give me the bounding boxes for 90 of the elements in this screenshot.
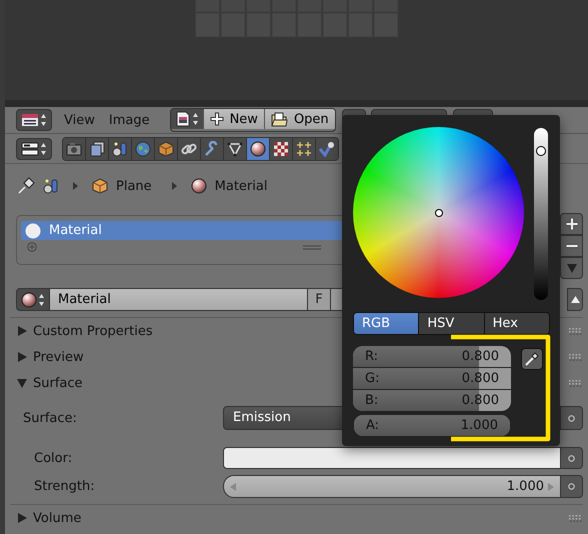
panel-title[interactable]: Custom Properties bbox=[33, 324, 153, 338]
collapsed-triangle-icon[interactable] bbox=[17, 326, 27, 336]
collapsed-triangle-icon[interactable] bbox=[17, 513, 27, 523]
scene-icon bbox=[43, 178, 59, 194]
layers-icon bbox=[89, 140, 105, 156]
properties-tab[interactable] bbox=[293, 138, 316, 160]
properties-tab[interactable] bbox=[316, 138, 338, 160]
expanded-triangle-icon[interactable] bbox=[17, 378, 27, 388]
context-button[interactable] bbox=[16, 138, 52, 160]
add-slot-button[interactable] bbox=[560, 213, 583, 235]
open-button[interactable]: Open bbox=[264, 109, 335, 129]
field-label: Surface: bbox=[23, 410, 78, 426]
up-triangle-icon bbox=[570, 296, 580, 303]
scene-icon bbox=[112, 140, 128, 156]
material-sphere-icon bbox=[21, 292, 37, 308]
menu-item[interactable]: View bbox=[64, 112, 95, 128]
camera-icon bbox=[66, 142, 82, 156]
material-name-field[interactable]: Material bbox=[50, 288, 308, 311]
channel-slider[interactable]: B: 0.800 bbox=[353, 390, 511, 412]
globe-icon bbox=[135, 140, 151, 156]
drag-grip-icon[interactable] bbox=[569, 514, 582, 522]
chevron-icon bbox=[172, 182, 177, 190]
material-browse-button[interactable] bbox=[16, 288, 50, 311]
properties-tab[interactable] bbox=[132, 138, 155, 160]
up-down-arrows-icon bbox=[40, 113, 47, 127]
sphere-icon bbox=[25, 222, 41, 238]
properties-tab[interactable] bbox=[247, 138, 270, 160]
panel-title[interactable]: Preview bbox=[33, 350, 84, 364]
up-down-arrows-icon bbox=[40, 142, 47, 156]
image-editor-icon bbox=[21, 113, 39, 127]
properties-icon bbox=[21, 142, 39, 156]
node-link-button[interactable] bbox=[561, 475, 583, 498]
field-label: Color: bbox=[34, 450, 74, 466]
resize-grip-icon[interactable] bbox=[303, 244, 321, 250]
checker-icon bbox=[273, 140, 289, 156]
field-label: Strength: bbox=[34, 479, 96, 494]
remove-slot-button[interactable] bbox=[560, 235, 583, 257]
properties-tab[interactable] bbox=[178, 138, 201, 160]
cube-icon bbox=[158, 140, 174, 156]
breadcrumb-item[interactable]: Plane bbox=[116, 178, 152, 194]
fake-user-button[interactable]: F bbox=[308, 288, 331, 311]
minus-icon bbox=[566, 244, 578, 248]
editor-type-button[interactable] bbox=[16, 109, 52, 131]
node-link-button[interactable] bbox=[561, 406, 583, 430]
panel-title[interactable]: Volume bbox=[33, 510, 82, 526]
drag-grip-icon[interactable] bbox=[569, 380, 582, 386]
node-link-button[interactable] bbox=[561, 447, 583, 469]
breadcrumb-item[interactable]: Material bbox=[214, 178, 268, 194]
color-swatch[interactable] bbox=[223, 447, 561, 469]
material-sphere-icon bbox=[190, 178, 207, 194]
eyedropper-button[interactable] bbox=[521, 348, 543, 370]
chain-icon bbox=[181, 140, 197, 156]
panel-title[interactable]: Surface bbox=[33, 376, 83, 390]
properties-tab[interactable] bbox=[224, 138, 247, 160]
material-sphere-icon bbox=[250, 140, 266, 156]
mode-tab[interactable]: RGB bbox=[354, 313, 420, 334]
image-file-icon bbox=[174, 111, 191, 127]
drag-grip-icon[interactable] bbox=[569, 354, 582, 360]
cube-icon bbox=[92, 178, 108, 194]
plus-icon bbox=[566, 218, 578, 230]
chevron-icon bbox=[73, 182, 78, 190]
mode-tab[interactable]: HSV bbox=[419, 313, 485, 334]
drag-grip-icon[interactable] bbox=[569, 328, 582, 334]
collapse-button[interactable] bbox=[567, 288, 583, 311]
menu-item[interactable]: Image bbox=[108, 112, 150, 128]
properties-tab[interactable] bbox=[270, 138, 293, 160]
properties-tab[interactable] bbox=[109, 138, 132, 160]
value-slider[interactable] bbox=[534, 128, 548, 300]
new-button[interactable]: New bbox=[202, 109, 264, 129]
plus-icon bbox=[210, 112, 224, 126]
sparkles-icon bbox=[296, 140, 312, 156]
channel-slider[interactable]: R: 0.800 bbox=[353, 346, 511, 368]
circle-icon bbox=[568, 483, 575, 490]
checkmark-ball-icon bbox=[319, 140, 335, 156]
mode-tab[interactable]: Hex bbox=[484, 313, 549, 334]
wrench-icon bbox=[204, 140, 220, 156]
properties-tab[interactable] bbox=[86, 138, 109, 160]
circle-icon bbox=[568, 454, 575, 462]
vertex-triangle-icon bbox=[227, 140, 243, 156]
channel-slider[interactable]: G: 0.800 bbox=[353, 368, 511, 390]
image-browse-button[interactable] bbox=[170, 109, 203, 129]
collapsed-triangle-icon[interactable] bbox=[17, 352, 27, 362]
pin-icon[interactable] bbox=[17, 177, 35, 195]
folder-icon bbox=[270, 112, 288, 126]
circle-icon bbox=[568, 414, 575, 422]
channel-slider[interactable]: A: 1.000 bbox=[353, 414, 511, 437]
down-triangle-icon bbox=[566, 263, 576, 273]
up-down-arrows-icon bbox=[38, 292, 45, 306]
up-down-arrows-icon bbox=[192, 112, 199, 126]
eyedropper-icon bbox=[525, 352, 539, 366]
